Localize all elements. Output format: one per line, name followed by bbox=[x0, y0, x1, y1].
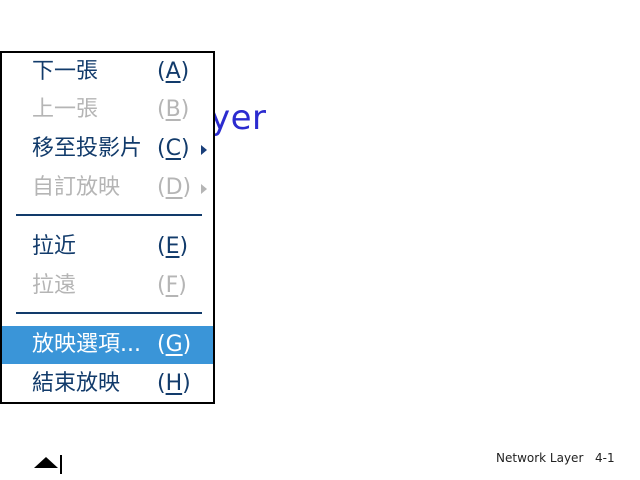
menu-item-label: 下一張 bbox=[32, 59, 99, 84]
menu-item-shortcut: (E) bbox=[157, 234, 189, 259]
nav-bar-icon bbox=[60, 455, 62, 474]
slideshow-nav-control[interactable] bbox=[34, 453, 64, 475]
slideshow-context-menu: 下一張 (A) 上一張 (B) 移至投影片 (C) 自訂放映 (D) 拉近 (E… bbox=[0, 51, 215, 404]
eject-up-triangle-icon bbox=[34, 457, 58, 468]
menu-item-label: 結束放映 bbox=[32, 371, 121, 396]
menu-item-label: 移至投影片 bbox=[32, 136, 143, 161]
submenu-arrow-icon bbox=[201, 145, 207, 155]
menu-item-shortcut: (B) bbox=[157, 97, 190, 122]
menu-item-end-show[interactable]: 結束放映 (H) bbox=[2, 365, 213, 403]
menu-item-label: 自訂放映 bbox=[32, 175, 121, 200]
menu-item-label: 放映選項... bbox=[32, 332, 141, 357]
menu-item-zoom-in[interactable]: 拉近 (E) bbox=[2, 228, 213, 266]
menu-item-shortcut: (D) bbox=[157, 175, 192, 200]
menu-item-label: 拉遠 bbox=[32, 273, 77, 298]
menu-item-shortcut: (A) bbox=[157, 59, 190, 84]
menu-item-shortcut: (G) bbox=[157, 332, 192, 357]
footer-title: Network Layer bbox=[496, 451, 584, 465]
menu-separator bbox=[16, 312, 202, 314]
menu-item-previous: 上一張 (B) bbox=[2, 91, 213, 129]
menu-item-label: 上一張 bbox=[32, 97, 99, 122]
menu-item-shortcut: (C) bbox=[157, 136, 190, 161]
menu-item-next[interactable]: 下一張 (A) bbox=[2, 53, 213, 91]
footer-page-number: 4-1 bbox=[595, 451, 615, 465]
menu-item-zoom-out: 拉遠 (F) bbox=[2, 267, 213, 305]
menu-item-custom-show: 自訂放映 (D) bbox=[2, 169, 213, 207]
menu-item-shortcut: (F) bbox=[157, 273, 187, 298]
menu-separator bbox=[16, 214, 202, 216]
menu-item-show-options[interactable]: 放映選項... (G) bbox=[2, 326, 213, 364]
slide-title-fragment: yer bbox=[210, 98, 267, 138]
submenu-arrow-icon bbox=[201, 184, 207, 194]
menu-item-shortcut: (H) bbox=[157, 371, 191, 396]
menu-item-go-to-slide[interactable]: 移至投影片 (C) bbox=[2, 130, 213, 168]
menu-item-label: 拉近 bbox=[32, 234, 77, 259]
